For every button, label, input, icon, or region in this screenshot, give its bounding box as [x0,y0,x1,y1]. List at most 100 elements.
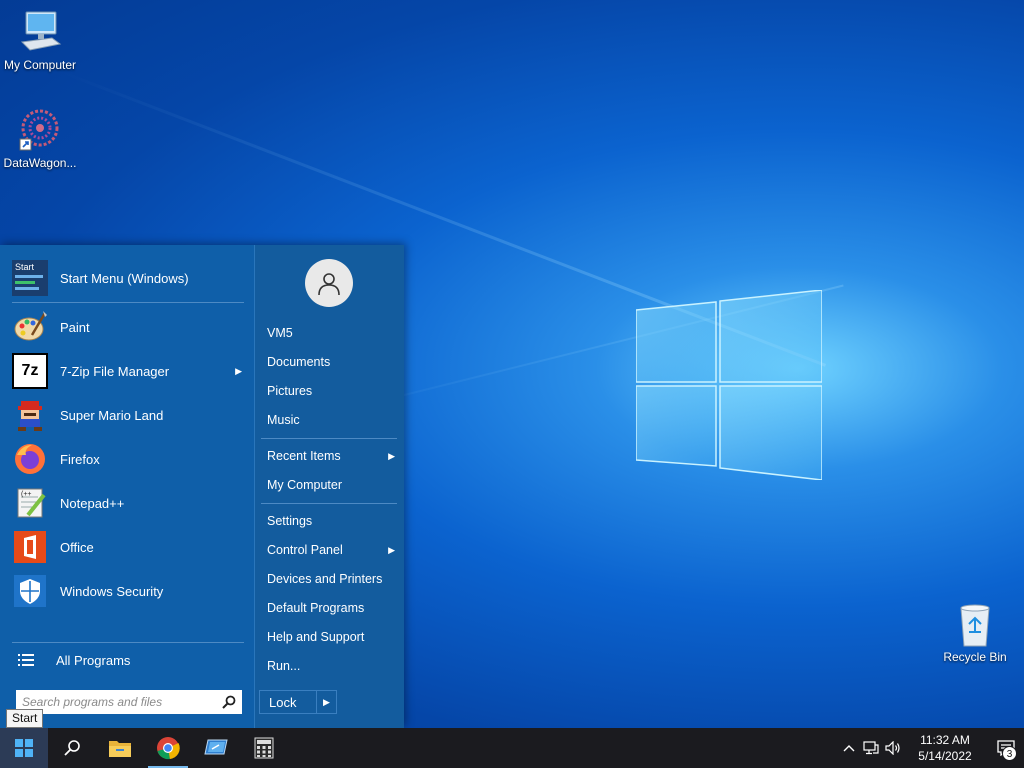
network-icon [863,741,879,755]
office-icon [14,531,46,563]
desktop-icon-my-computer[interactable]: My Computer [0,8,80,72]
program-label: 7-Zip File Manager [60,363,170,379]
program-label: Notepad++ [60,495,125,511]
place-help-and-support[interactable]: Help and Support [267,626,399,648]
desktop-icon-datawagon[interactable]: DataWagon... [0,106,80,170]
place-label: Pictures [267,384,313,398]
place-label: Default Programs [267,601,365,615]
program-notepadpp[interactable]: (++ Notepad++ [12,483,244,523]
clock[interactable]: 11:32 AM 5/14/2022 [910,732,980,764]
submenu-arrow-icon: ▶ [388,451,395,461]
paint-icon [14,311,47,341]
start-tooltip: Start [6,709,44,728]
submenu-arrow-icon: ▶ [388,545,395,555]
place-label: Music [267,413,300,427]
mario-icon [18,401,42,431]
lock-button[interactable]: Lock [260,695,316,710]
recycle-bin-icon [960,604,990,647]
program-paint[interactable]: Paint [12,307,244,347]
list-icon [18,654,34,666]
program-label: Start Menu (Windows) [60,270,189,286]
place-label: Control Panel [267,543,343,557]
place-vm5[interactable]: VM5 [267,322,399,344]
desktop-icon-label: DataWagon... [3,156,77,170]
taskbar-search-button[interactable] [48,728,96,768]
start-menu-programs-pane: Start Start Menu (Windows) Paint 7z 7-Zi… [0,245,254,728]
7zip-icon: 7z [12,353,48,389]
start-button[interactable] [0,728,48,768]
separator [12,302,244,303]
taskbar: 11:32 AM 5/14/2022 3 [0,728,1024,768]
taskbar-remote-desktop[interactable] [192,728,240,768]
computer-icon [20,11,62,51]
place-default-programs[interactable]: Default Programs [267,597,399,619]
action-center-button[interactable]: 3 [988,728,1024,768]
svg-text:(++: (++ [21,491,32,498]
user-icon [318,273,340,296]
program-firefox[interactable]: Firefox [12,439,244,479]
search-icon [64,740,80,756]
all-programs-button[interactable]: All Programs [18,648,244,672]
place-control-panel[interactable]: Control Panel ▶ [267,539,399,561]
notification-count-badge: 3 [1002,746,1017,761]
start-menu-icon: Start [12,260,48,296]
taskbar-calculator[interactable] [240,728,288,768]
volume-button[interactable] [882,728,904,768]
place-run[interactable]: Run... [267,655,399,677]
place-label: Run... [267,659,301,673]
start-menu: Start Start Menu (Windows) Paint 7z 7-Zi… [0,245,404,728]
power-options-arrow-icon[interactable]: ▶ [316,691,336,713]
desktop-icon-label: Recycle Bin [943,650,1007,664]
chrome-icon [157,737,180,760]
program-label: Super Mario Land [60,407,164,423]
program-super-mario-land[interactable]: Super Mario Land [12,395,244,435]
windows-logo-wallpaper [636,290,822,480]
desktop-icon-recycle-bin[interactable]: Recycle Bin [935,600,1015,664]
program-office[interactable]: Office [12,527,244,567]
file-explorer-icon [109,741,131,757]
remote-desktop-icon [204,739,228,755]
windows-start-icon [15,739,33,757]
place-label: Help and Support [267,630,365,644]
chevron-up-icon [843,745,855,752]
place-pictures[interactable]: Pictures [267,380,399,402]
place-documents[interactable]: Documents [267,351,399,373]
place-music[interactable]: Music [267,409,399,431]
separator [261,438,397,439]
place-label: Documents [267,355,331,369]
search-input[interactable] [22,695,222,709]
place-settings[interactable]: Settings [267,510,399,532]
separator [261,503,397,504]
taskbar-file-explorer[interactable] [96,728,144,768]
firefox-icon [15,444,45,474]
calculator-icon [254,737,274,759]
program-label: Paint [60,319,90,335]
place-label: Settings [267,514,313,528]
desktop-icon-label: My Computer [3,58,77,72]
separator [12,642,244,643]
place-label: My Computer [267,478,343,492]
show-hidden-icons-button[interactable] [838,728,860,768]
system-tray: 11:32 AM 5/14/2022 3 [838,728,1024,768]
all-programs-label: All Programs [56,652,131,668]
taskbar-chrome[interactable] [144,728,192,768]
program-7zip[interactable]: 7z 7-Zip File Manager ▶ [12,351,244,391]
search-box [16,690,242,714]
place-devices-and-printers[interactable]: Devices and Printers [267,568,399,590]
place-recent-items[interactable]: Recent Items ▶ [267,445,399,467]
program-label: Office [60,539,94,555]
notepadpp-icon: (++ [17,488,46,518]
search-icon[interactable] [222,695,236,709]
speaker-icon [885,741,900,755]
program-label: Firefox [60,451,100,467]
network-button[interactable] [860,728,882,768]
user-avatar[interactable] [305,259,353,307]
program-windows-security[interactable]: Windows Security [12,571,244,611]
place-label: Recent Items [267,449,341,463]
clock-date: 5/14/2022 [918,749,972,763]
clock-time: 11:32 AM [920,733,970,747]
place-my-computer[interactable]: My Computer [267,474,399,496]
program-start-menu-windows[interactable]: Start Start Menu (Windows) [12,258,244,298]
place-label: VM5 [267,326,293,340]
start-menu-places-pane: VM5 Documents Pictures Music Recent Item… [254,245,404,728]
